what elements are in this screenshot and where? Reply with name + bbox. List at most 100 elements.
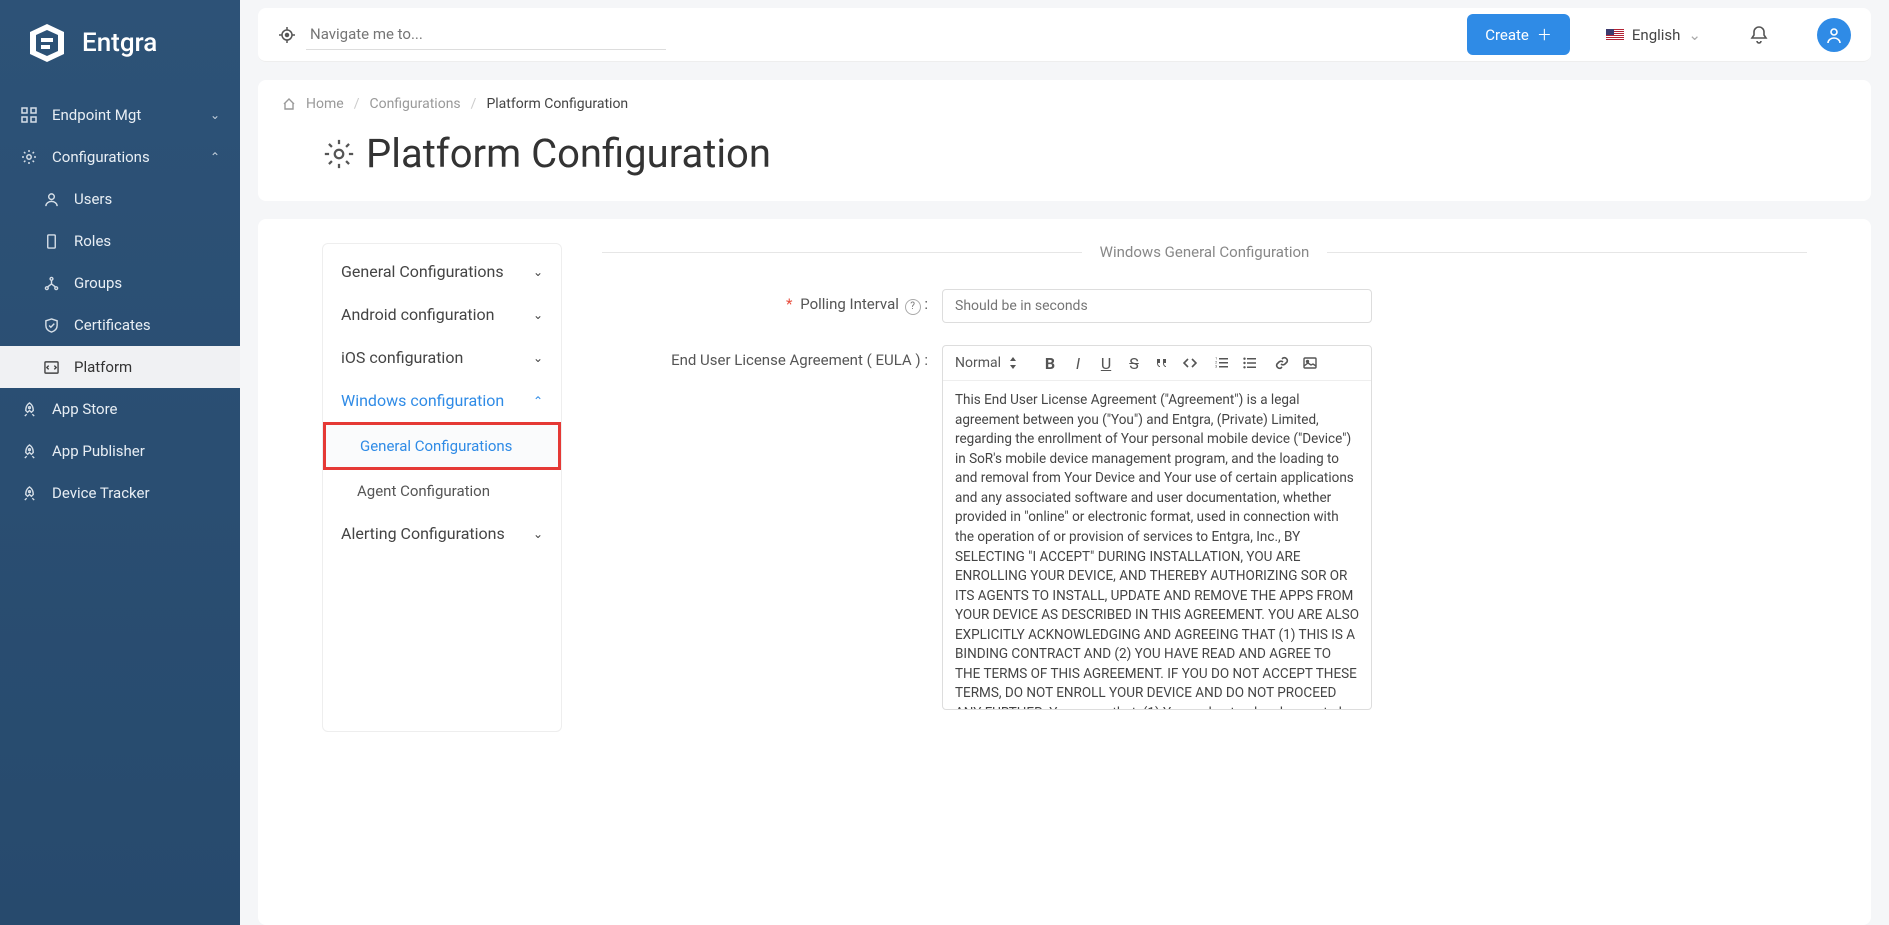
svg-text:3: 3 — [1215, 364, 1217, 369]
updown-icon — [1009, 357, 1017, 369]
unordered-list-icon[interactable] — [1241, 354, 1259, 372]
code-icon[interactable] — [1181, 354, 1199, 372]
sidebar-item-endpoint-mgt[interactable]: Endpoint Mgt ⌄ — [0, 94, 240, 136]
underline-icon[interactable]: U — [1097, 354, 1115, 372]
config-label: Alerting Configurations — [341, 524, 505, 543]
sidebar-item-groups[interactable]: Groups — [0, 262, 240, 304]
eula-row: End User License Agreement ( EULA ) : No… — [602, 345, 1807, 710]
content-card: General Configurations ⌄ Android configu… — [258, 219, 1871, 925]
config-label: General Configurations — [360, 437, 512, 455]
config-menu-alerting[interactable]: Alerting Configurations ⌄ — [323, 512, 561, 555]
sidebar-label: Device Tracker — [52, 484, 150, 502]
plus-icon: ＋ — [1537, 24, 1552, 45]
grid-icon — [20, 106, 38, 124]
sidebar-item-app-publisher[interactable]: App Publisher — [0, 430, 240, 472]
rocket-icon — [20, 484, 38, 502]
image-icon[interactable] — [1301, 354, 1319, 372]
polling-label: * Polling Interval ? : — [602, 289, 942, 315]
sidebar-label: Roles — [74, 232, 111, 250]
polling-interval-row: * Polling Interval ? : — [602, 289, 1807, 323]
page-header: Home / Configurations / Platform Configu… — [258, 80, 1871, 201]
sidebar-label: Endpoint Mgt — [52, 106, 141, 124]
language-selector[interactable]: English ⌄ — [1590, 26, 1717, 44]
sidebar-item-users[interactable]: Users — [0, 178, 240, 220]
chevron-down-icon: ⌄ — [533, 265, 543, 279]
chevron-down-icon: ⌄ — [210, 108, 220, 122]
user-avatar[interactable] — [1817, 18, 1851, 52]
brand-name: Entgra — [82, 28, 157, 58]
config-label: General Configurations — [341, 262, 504, 281]
sidebar-item-app-store[interactable]: App Store — [0, 388, 240, 430]
chevron-up-icon: ⌃ — [210, 150, 220, 164]
breadcrumb: Home / Configurations / Platform Configu… — [282, 96, 1847, 112]
config-menu-windows[interactable]: Windows configuration ⌃ — [323, 379, 561, 422]
sidebar-item-certificates[interactable]: Certificates — [0, 304, 240, 346]
target-icon — [278, 26, 296, 44]
config-menu: General Configurations ⌄ Android configu… — [322, 243, 562, 732]
flag-us-icon — [1606, 29, 1624, 41]
sidebar-item-platform[interactable]: Platform — [0, 346, 240, 388]
link-icon[interactable] — [1273, 354, 1291, 372]
eula-editor: Normal B I U S — [942, 345, 1372, 710]
language-label: English — [1632, 26, 1681, 44]
shield-icon — [42, 316, 60, 334]
quote-icon[interactable] — [1153, 354, 1171, 372]
bold-icon[interactable]: B — [1041, 354, 1059, 372]
format-dropdown[interactable]: Normal — [955, 355, 1027, 371]
config-label: Agent Configuration — [357, 482, 490, 500]
code-icon — [42, 358, 60, 376]
tablet-icon — [42, 232, 60, 250]
eula-label: End User License Agreement ( EULA ) : — [602, 345, 942, 369]
config-label: Windows configuration — [341, 391, 504, 410]
create-button[interactable]: Create ＋ — [1467, 14, 1570, 55]
config-menu-windows-general[interactable]: General Configurations — [323, 422, 561, 470]
user-icon — [42, 190, 60, 208]
help-icon[interactable]: ? — [905, 299, 921, 315]
gear-icon — [20, 148, 38, 166]
sidebar-label: App Store — [52, 400, 117, 418]
sidebar-label: Platform — [74, 358, 132, 376]
config-menu-android[interactable]: Android configuration ⌄ — [323, 293, 561, 336]
brand-logo[interactable]: Entgra — [0, 0, 240, 86]
sidebar-nav: Endpoint Mgt ⌄ Configurations ⌃ Users Ro… — [0, 86, 240, 514]
chevron-down-icon: ⌄ — [1688, 26, 1701, 44]
breadcrumb-home[interactable]: Home — [306, 96, 344, 112]
branch-icon — [42, 274, 60, 292]
sidebar: Entgra Endpoint Mgt ⌄ Configurations ⌃ U… — [0, 0, 240, 925]
section-title: Windows General Configuration — [1082, 243, 1328, 261]
config-label: iOS configuration — [341, 348, 463, 367]
page-title-row: Platform Configuration — [322, 130, 1847, 177]
config-menu-ios[interactable]: iOS configuration ⌄ — [323, 336, 561, 379]
breadcrumb-configurations[interactable]: Configurations — [369, 96, 460, 112]
search-input[interactable] — [306, 19, 666, 50]
main-area: Create ＋ English ⌄ Home / Configurations… — [240, 0, 1889, 925]
ordered-list-icon[interactable]: 123 — [1213, 354, 1231, 372]
gear-icon — [322, 137, 356, 171]
sidebar-label: Certificates — [74, 316, 151, 334]
breadcrumb-sep: / — [354, 96, 360, 112]
required-marker: * — [786, 295, 792, 313]
sidebar-item-roles[interactable]: Roles — [0, 220, 240, 262]
sidebar-item-device-tracker[interactable]: Device Tracker — [0, 472, 240, 514]
section-divider: Windows General Configuration — [602, 243, 1807, 261]
config-menu-windows-agent[interactable]: Agent Configuration — [323, 470, 561, 512]
sidebar-label: Configurations — [52, 148, 150, 166]
topbar: Create ＋ English ⌄ — [258, 8, 1871, 62]
breadcrumb-current: Platform Configuration — [486, 96, 628, 112]
page-title: Platform Configuration — [366, 130, 771, 177]
italic-icon[interactable]: I — [1069, 354, 1087, 372]
sidebar-label: Users — [74, 190, 112, 208]
config-panel: Windows General Configuration * Polling … — [592, 243, 1847, 732]
notifications-button[interactable] — [1737, 25, 1781, 45]
nav-search — [278, 19, 666, 50]
logo-icon — [24, 20, 70, 66]
rocket-icon — [20, 442, 38, 460]
strikethrough-icon[interactable]: S — [1125, 354, 1143, 372]
polling-interval-input[interactable] — [942, 289, 1372, 323]
eula-text-area[interactable]: This End User License Agreement ("Agreem… — [943, 381, 1371, 709]
sidebar-item-configurations[interactable]: Configurations ⌃ — [0, 136, 240, 178]
chevron-up-icon: ⌃ — [533, 394, 543, 408]
config-menu-general[interactable]: General Configurations ⌄ — [323, 250, 561, 293]
config-label: Android configuration — [341, 305, 494, 324]
breadcrumb-sep: / — [471, 96, 477, 112]
